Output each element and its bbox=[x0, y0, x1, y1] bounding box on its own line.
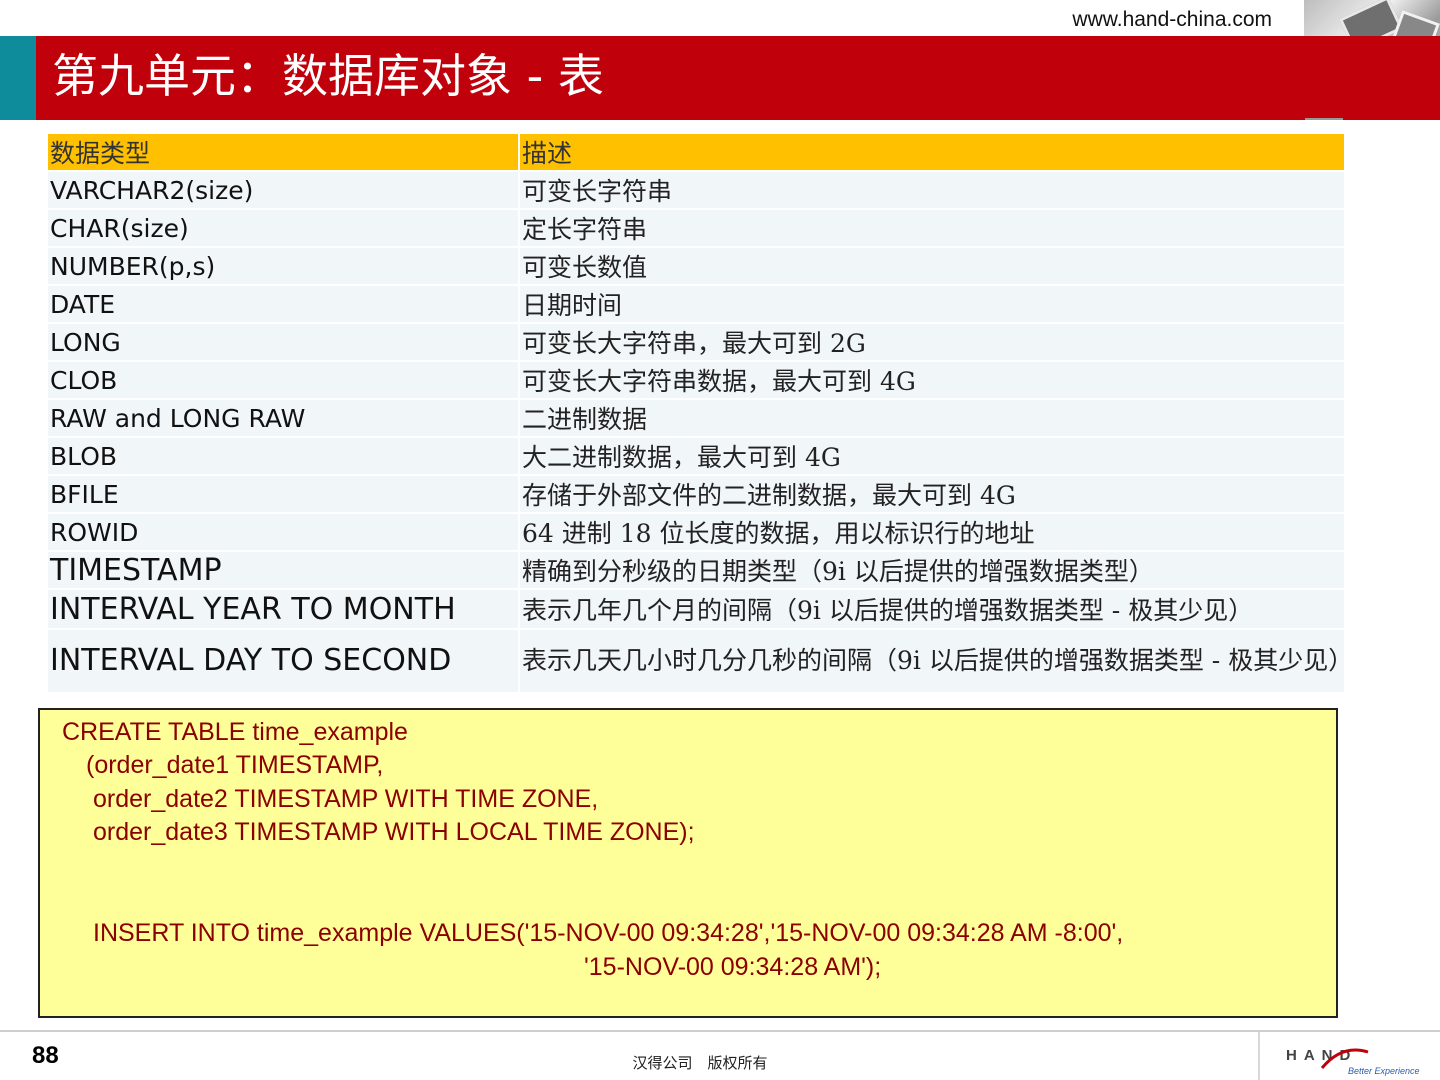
desc-cell: 可变长字符串 bbox=[518, 172, 1344, 208]
table-row: VARCHAR2(size) 可变长字符串 bbox=[48, 172, 1344, 208]
title-accent-stripe bbox=[0, 36, 36, 120]
site-url: www.hand-china.com bbox=[1072, 8, 1272, 31]
footer-divider bbox=[0, 1030, 1440, 1032]
table-row: DATE 日期时间 bbox=[48, 286, 1344, 322]
table-row: CLOB 可变长大字符串数据，最大可到 4G bbox=[48, 362, 1344, 398]
desc-cell: 定长字符串 bbox=[518, 210, 1344, 246]
type-cell: ROWID bbox=[48, 514, 518, 550]
table-row: TIMESTAMP 精确到分秒级的日期类型（9i 以后提供的增强数据类型） bbox=[48, 552, 1344, 588]
desc-cell: 精确到分秒级的日期类型（9i 以后提供的增强数据类型） bbox=[518, 552, 1344, 588]
type-cell: INTERVAL YEAR TO MONTH bbox=[48, 590, 518, 628]
desc-cell: 可变长大字符串数据，最大可到 4G bbox=[518, 362, 1344, 398]
desc-cell: 存储于外部文件的二进制数据，最大可到 4G bbox=[518, 476, 1344, 512]
table-row: ROWID 64 进制 18 位长度的数据，用以标识行的地址 bbox=[48, 514, 1344, 550]
header-description: 描述 bbox=[518, 134, 1344, 170]
code-line: '15-NOV-00 09:34:28 AM'); bbox=[584, 953, 882, 981]
type-cell: TIMESTAMP bbox=[48, 552, 518, 588]
header-data-type: 数据类型 bbox=[48, 134, 518, 170]
copyright-text: 汉得公司 版权所有 bbox=[632, 1054, 768, 1072]
type-cell: CLOB bbox=[48, 362, 518, 398]
logo-tagline: Better Experience bbox=[1348, 1066, 1420, 1076]
desc-cell: 二进制数据 bbox=[518, 400, 1344, 436]
table-row: LONG 可变长大字符串，最大可到 2G bbox=[48, 324, 1344, 360]
code-line: CREATE TABLE time_example bbox=[62, 718, 408, 746]
desc-cell: 日期时间 bbox=[518, 286, 1344, 322]
code-line: order_date3 TIMESTAMP WITH LOCAL TIME ZO… bbox=[93, 818, 695, 846]
table-row: INTERVAL DAY TO SECOND 表示几天几小时几分几秒的间隔（9i … bbox=[48, 630, 1353, 692]
desc-cell: 表示几天几小时几分几秒的间隔（9i 以后提供的增强数据类型 - 极其少见） bbox=[518, 630, 1353, 692]
type-cell: DATE bbox=[48, 286, 518, 322]
table-row: CHAR(size) 定长字符串 bbox=[48, 210, 1344, 246]
title-divider bbox=[1305, 118, 1343, 120]
type-cell: BFILE bbox=[48, 476, 518, 512]
slide-title: 第九单元：数据库对象 - 表 bbox=[52, 49, 604, 103]
table-row: RAW and LONG RAW 二进制数据 bbox=[48, 400, 1344, 436]
type-cell: BLOB bbox=[48, 438, 518, 474]
desc-cell: 可变长数值 bbox=[518, 248, 1344, 284]
desc-cell: 可变长大字符串，最大可到 2G bbox=[518, 324, 1344, 360]
desc-cell: 大二进制数据，最大可到 4G bbox=[518, 438, 1344, 474]
data-types-table: 数据类型 描述 VARCHAR2(size) 可变长字符串 CHAR(size) 定… bbox=[48, 132, 1353, 694]
type-cell: INTERVAL DAY TO SECOND bbox=[48, 630, 518, 692]
code-line: INSERT INTO time_example VALUES('15-NOV-… bbox=[93, 919, 1124, 947]
page-number: 88 bbox=[32, 1042, 59, 1069]
hand-logo: HAND Better Experience bbox=[1286, 1047, 1420, 1076]
type-cell: NUMBER(p,s) bbox=[48, 248, 518, 284]
type-cell: CHAR(size) bbox=[48, 210, 518, 246]
type-cell: VARCHAR2(size) bbox=[48, 172, 518, 208]
table-row: INTERVAL YEAR TO MONTH 表示几年几个月的间隔（9i 以后提供… bbox=[48, 590, 1344, 628]
desc-cell: 表示几年几个月的间隔（9i 以后提供的增强数据类型 - 极其少见） bbox=[518, 590, 1344, 628]
table-header-row: 数据类型 描述 bbox=[48, 134, 1344, 170]
table-row: NUMBER(p,s) 可变长数值 bbox=[48, 248, 1344, 284]
type-cell: LONG bbox=[48, 324, 518, 360]
desc-cell: 64 进制 18 位长度的数据，用以标识行的地址 bbox=[518, 514, 1344, 550]
table-row: BFILE 存储于外部文件的二进制数据，最大可到 4G bbox=[48, 476, 1344, 512]
code-line: (order_date1 TIMESTAMP, bbox=[86, 751, 384, 779]
table-row: BLOB 大二进制数据，最大可到 4G bbox=[48, 438, 1344, 474]
logo-divider bbox=[1258, 1032, 1260, 1080]
code-line: order_date2 TIMESTAMP WITH TIME ZONE, bbox=[93, 785, 599, 813]
type-cell: RAW and LONG RAW bbox=[48, 400, 518, 436]
sql-code-box: CREATE TABLE time_example (order_date1 T… bbox=[38, 708, 1338, 1018]
